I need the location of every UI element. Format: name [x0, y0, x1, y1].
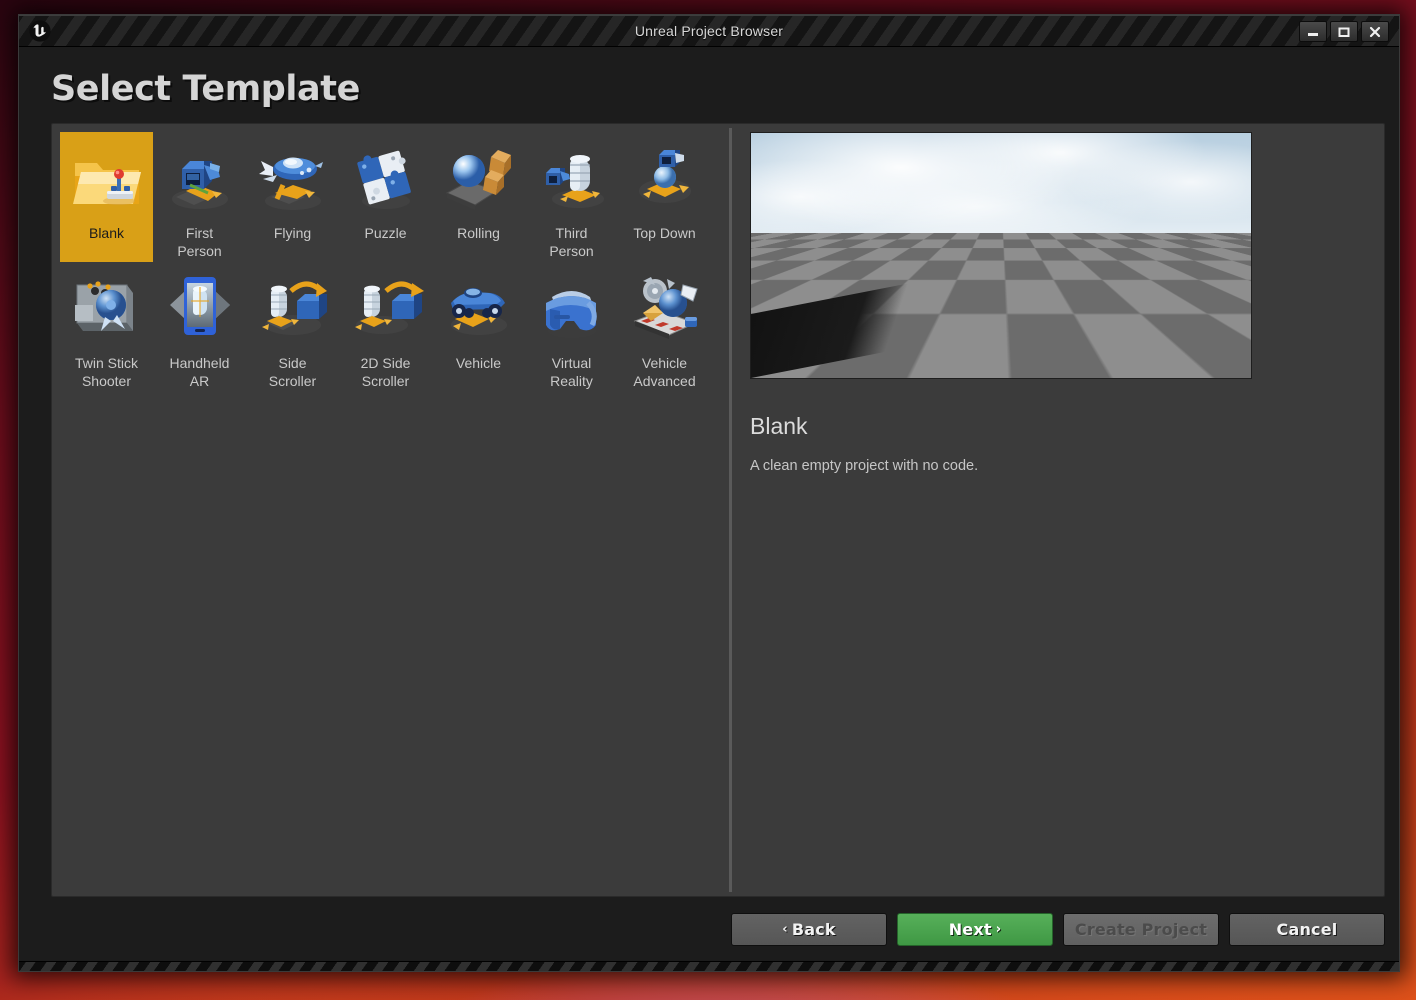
page-title: Select Template	[51, 69, 360, 109]
chevron-right-icon: ›	[995, 921, 1002, 937]
template-tile-vehicle-advanced[interactable]: Vehicle Advanced	[618, 262, 711, 392]
template-preview-image	[750, 132, 1252, 379]
chevron-left-icon: ‹	[782, 921, 788, 937]
template-tile-third-person[interactable]: Third Person	[525, 132, 618, 262]
template-tile-label: Puzzle	[364, 225, 407, 241]
twin-stick-shooter-icon	[64, 266, 150, 352]
create-project-button-label: Create Project	[1074, 919, 1208, 939]
cancel-button-label: Cancel	[1276, 919, 1338, 939]
template-tile-label: Handheld AR	[169, 355, 230, 389]
template-tile-vehicle[interactable]: Vehicle	[432, 262, 525, 392]
content-panel: Blank First Person Flying Puzzle Rolling…	[51, 123, 1385, 897]
template-tile-blank[interactable]: Blank	[60, 132, 153, 262]
template-tile-handheld-ar[interactable]: Handheld AR	[153, 262, 246, 392]
template-preview-pane: Blank A clean empty project with no code…	[732, 124, 1384, 896]
template-tile-label: First Person	[177, 225, 222, 259]
template-tile-side-scroller[interactable]: Side Scroller	[246, 262, 339, 392]
template-tile-virtual-reality[interactable]: Virtual Reality	[525, 262, 618, 392]
template-list-pane: Blank First Person Flying Puzzle Rolling…	[52, 124, 729, 896]
title-bar[interactable]: Unreal Project Browser	[19, 15, 1399, 47]
next-button[interactable]: Next ›	[897, 912, 1053, 946]
window-controls	[1299, 21, 1389, 42]
create-project-button: Create Project	[1063, 912, 1219, 946]
window-bottom-edge	[19, 961, 1399, 971]
vehicle-advanced-icon	[622, 266, 708, 352]
folder-joystick-icon	[64, 136, 150, 222]
template-grid: Blank First Person Flying Puzzle Rolling…	[60, 132, 723, 392]
cancel-button[interactable]: Cancel	[1229, 912, 1385, 946]
third-person-icon	[529, 136, 615, 222]
side-scroller-icon	[250, 266, 336, 352]
footer-bar: ‹ Back Next › Create Project Cancel	[19, 897, 1399, 961]
preview-description: A clean empty project with no code.	[750, 458, 979, 474]
template-tile-label: Top Down	[633, 225, 696, 241]
template-tile-top-down[interactable]: Top Down	[618, 132, 711, 262]
puzzle-pieces-icon	[343, 136, 429, 222]
page-heading: Select Template	[19, 47, 1399, 123]
template-tile-label: Vehicle	[455, 355, 502, 371]
template-tile-rolling[interactable]: Rolling	[432, 132, 525, 262]
virtual-reality-icon	[529, 266, 615, 352]
next-button-label: Next	[948, 919, 992, 939]
template-tile-first-person[interactable]: First Person	[153, 132, 246, 262]
application-window: Unreal Project Browser Select Template B…	[18, 14, 1400, 972]
rolling-ball-icon	[436, 136, 522, 222]
handheld-ar-icon	[157, 266, 243, 352]
template-tile-label: Side Scroller	[268, 355, 317, 389]
desktop-background: Unreal Project Browser Select Template B…	[0, 0, 1416, 1000]
template-tile-label: Blank	[88, 225, 125, 241]
template-tile-label: 2D Side Scroller	[360, 355, 411, 389]
template-tile-2d-side-scroller[interactable]: 2D Side Scroller	[339, 262, 432, 392]
back-button-label: Back	[791, 919, 836, 939]
template-tile-label: Rolling	[457, 225, 500, 241]
vehicle-icon	[436, 266, 522, 352]
window-title: Unreal Project Browser	[634, 22, 784, 39]
preview-title: Blank	[750, 413, 808, 439]
template-tile-label: Third Person	[549, 225, 594, 259]
unreal-u-logo-icon	[25, 16, 55, 46]
template-tile-twin-stick-shooter[interactable]: Twin Stick Shooter	[60, 262, 153, 392]
2d-side-scroller-icon	[343, 266, 429, 352]
first-person-icon	[157, 136, 243, 222]
close-icon[interactable]	[1361, 21, 1389, 42]
template-tile-label: Vehicle Advanced	[633, 355, 696, 389]
minimize-icon[interactable]	[1299, 21, 1327, 42]
restore-icon[interactable]	[1330, 21, 1358, 42]
template-tile-puzzle[interactable]: Puzzle	[339, 132, 432, 262]
back-button[interactable]: ‹ Back	[731, 912, 887, 946]
flying-ship-icon	[250, 136, 336, 222]
top-down-icon	[622, 136, 708, 222]
template-tile-flying[interactable]: Flying	[246, 132, 339, 262]
template-tile-label: Twin Stick Shooter	[74, 355, 138, 389]
template-tile-label: Flying	[273, 225, 312, 241]
template-tile-label: Virtual Reality	[550, 355, 593, 389]
